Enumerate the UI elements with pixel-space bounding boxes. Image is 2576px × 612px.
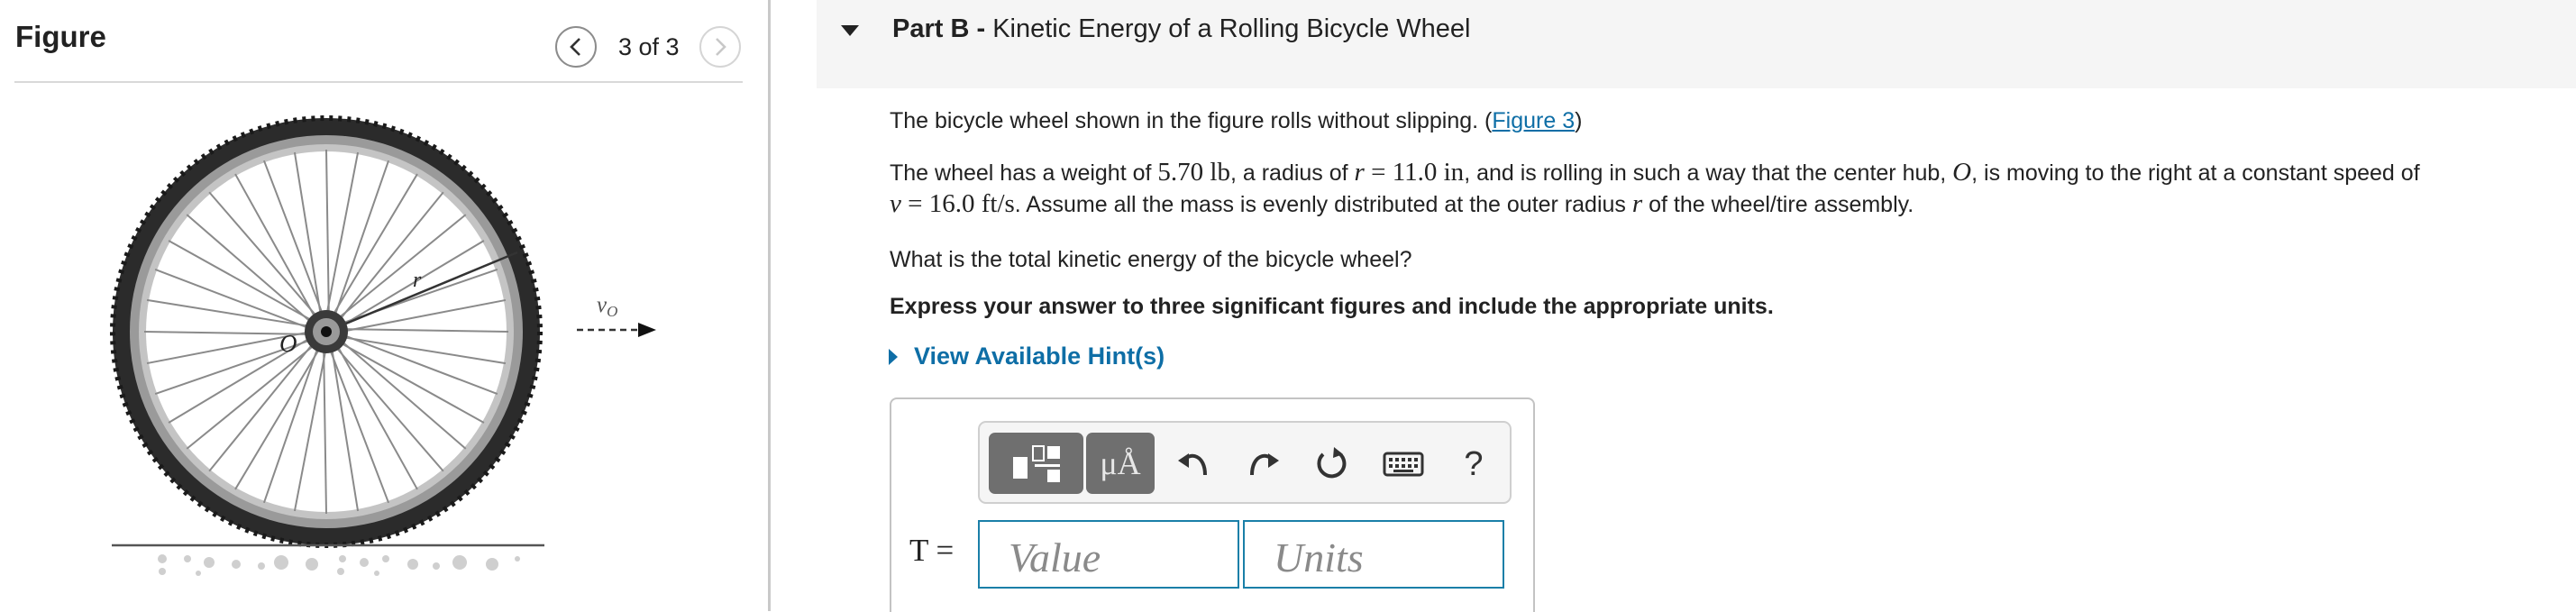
units-input[interactable] (1243, 520, 1504, 589)
figure-divider (14, 81, 743, 83)
units-button-label: μÅ (1100, 445, 1141, 481)
reset-icon (1317, 447, 1347, 479)
weight-value: 5.70 lb (1157, 158, 1230, 187)
question-line-speed: v = 16.0 ft/s. Assume all the mass is ev… (890, 189, 1914, 218)
redo-icon (1250, 453, 1279, 476)
velocity-label: vO (597, 293, 617, 320)
help-icon: ? (1464, 444, 1484, 483)
templates-icon (1012, 445, 1060, 482)
radius-label: r (413, 269, 422, 292)
chevron-left-icon (570, 38, 580, 56)
value-input[interactable] (978, 520, 1239, 589)
figure-panel: Figure 3 of 3 r O vO (0, 0, 772, 611)
figure-link[interactable]: Figure 3 (1492, 108, 1575, 133)
view-hints-label: View Available Hint(s) (914, 343, 1165, 370)
chevron-right-icon (715, 38, 726, 56)
answer-variable-label: T = (909, 533, 955, 568)
collapse-caret-icon[interactable] (840, 23, 860, 38)
part-header[interactable]: Part B - Kinetic Energy of a Rolling Bic… (817, 0, 2576, 88)
part-name: Kinetic Energy of a Rolling Bicycle Whee… (992, 14, 1471, 43)
reset-button[interactable] (1308, 441, 1355, 488)
bicycle-wheel-figure: r O vO (110, 115, 656, 576)
hub-axle (321, 326, 332, 337)
previous-figure-button[interactable] (555, 26, 597, 68)
answer-instruction: Express your answer to three significant… (890, 294, 1774, 319)
question-prompt: What is the total kinetic energy of the … (890, 247, 1412, 272)
next-figure-button[interactable] (699, 26, 741, 68)
view-hints-toggle[interactable]: View Available Hint(s) (887, 343, 1165, 370)
velocity-arrow-head (638, 323, 656, 337)
ground-texture (158, 554, 520, 576)
keyboard-button[interactable] (1376, 441, 1430, 488)
answer-box: μÅ ? T = Value Units (890, 397, 1535, 612)
hub-variable: O (1952, 158, 1972, 187)
question-line-given: The wheel has a weight of 5.70 lb, a rad… (890, 158, 2420, 187)
part-prefix: Part B - (892, 14, 986, 43)
part-title: Part B - Kinetic Energy of a Rolling Bic… (892, 14, 1471, 44)
templates-button[interactable] (989, 433, 1083, 494)
help-button[interactable]: ? (1450, 441, 1497, 488)
math-toolbar: μÅ ? (978, 421, 1512, 504)
hub-label: O (279, 330, 297, 357)
undo-button[interactable] (1171, 441, 1218, 488)
redo-button[interactable] (1239, 441, 1286, 488)
units-button[interactable]: μÅ (1086, 433, 1155, 494)
figure-navigation: 3 of 3 (555, 23, 741, 70)
panel-divider (768, 0, 771, 611)
expand-caret-icon (889, 348, 898, 365)
speed-expression: v = 16.0 ft/s (890, 189, 1015, 218)
figure-title: Figure (15, 20, 106, 53)
question-intro: The bicycle wheel shown in the figure ro… (890, 108, 1583, 133)
keyboard-icon (1383, 452, 1424, 477)
undo-icon (1178, 453, 1207, 476)
radius-expression: r = 11.0 in (1354, 158, 1465, 187)
figure-page-indicator: 3 of 3 (618, 32, 680, 60)
